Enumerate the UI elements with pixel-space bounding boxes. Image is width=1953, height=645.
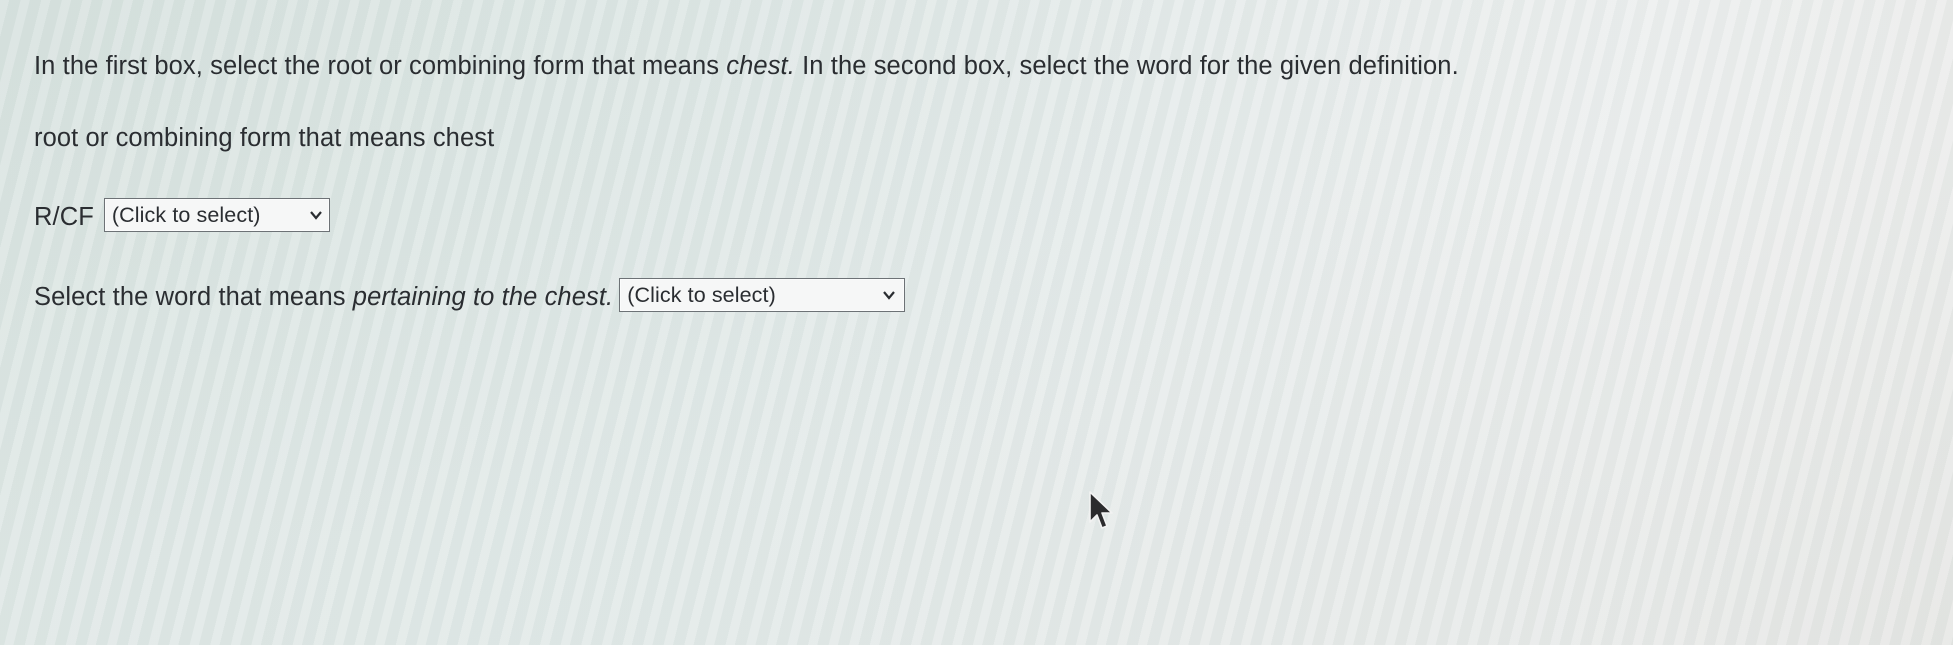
subheading-root-chest: root or combining form that means chest bbox=[34, 124, 495, 152]
word-prompt-emphasis: pertaining to the chest. bbox=[352, 283, 614, 311]
mouse-cursor-icon bbox=[1089, 491, 1113, 529]
word-select-value: (Click to select) bbox=[627, 283, 776, 308]
rcf-select[interactable]: (Click to select) bbox=[103, 198, 330, 233]
chevron-down-icon bbox=[310, 211, 322, 220]
instructions-part-1: In the first box, select the root or com… bbox=[34, 52, 727, 80]
word-prompt-part-1: Select the word that means bbox=[34, 283, 353, 311]
instructions-emphasis-chest: chest. bbox=[726, 52, 795, 80]
rcf-select-value: (Click to select) bbox=[111, 203, 261, 228]
rcf-row: R/CF (Click to select) bbox=[34, 198, 330, 233]
word-row: Select the word that means pertaining to… bbox=[34, 278, 906, 313]
screen-moire-overlay bbox=[0, 0, 1953, 645]
rcf-label: R/CF bbox=[34, 203, 94, 231]
instructions-part-2: In the second box, select the word for t… bbox=[794, 52, 1459, 80]
chevron-down-icon bbox=[883, 291, 896, 300]
instructions-text: In the first box, select the root or com… bbox=[34, 52, 1459, 81]
word-select[interactable]: (Click to select) bbox=[619, 278, 906, 313]
